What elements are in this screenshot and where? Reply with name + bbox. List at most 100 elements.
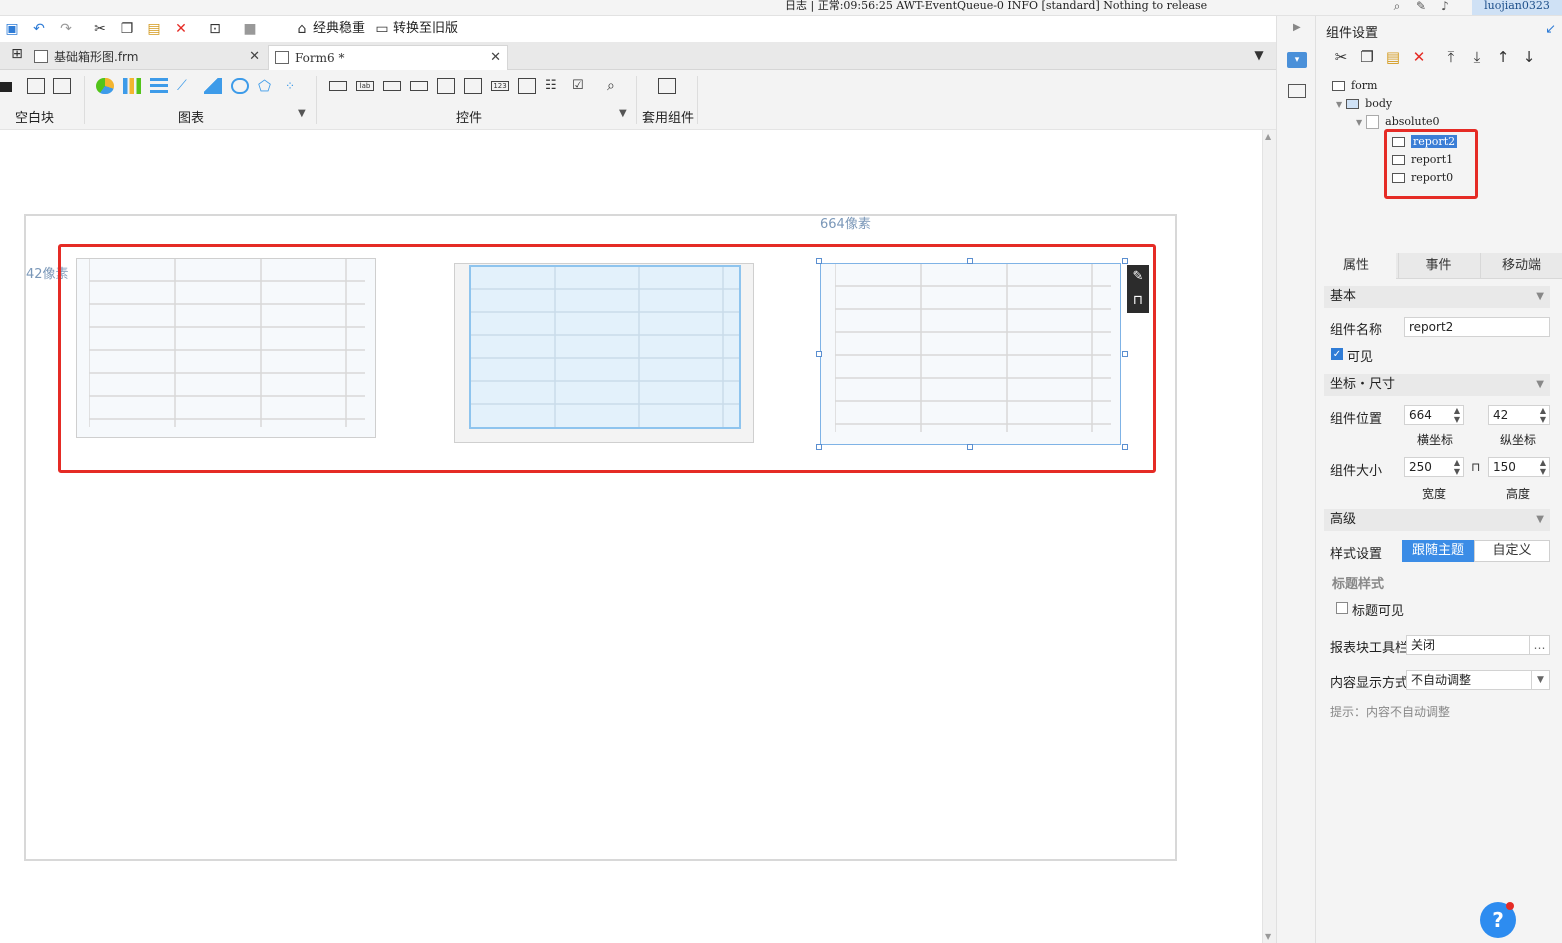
expand-icon[interactable]: ▼ <box>1356 118 1362 127</box>
button-widget-icon[interactable] <box>383 81 401 91</box>
width-input[interactable]: 250 ▲ ▼ <box>1404 457 1464 477</box>
collapse-arrow-icon[interactable]: ▶ <box>1293 22 1301 33</box>
edit-report-icon[interactable]: ✎ <box>1127 265 1149 289</box>
unlock-icon[interactable]: ⊓ <box>1127 289 1149 313</box>
report2-block[interactable] <box>820 263 1121 445</box>
resize-handle[interactable] <box>816 258 822 264</box>
table-block-icon[interactable] <box>53 78 71 94</box>
resize-handle[interactable] <box>967 444 973 450</box>
line-chart-icon[interactable]: ⟋ <box>177 78 195 94</box>
resize-handle[interactable] <box>967 258 973 264</box>
scroll-up-icon[interactable]: ▲ <box>1265 132 1271 141</box>
vertical-scrollbar[interactable]: ▲ ▼ <box>1262 130 1276 943</box>
block-icon[interactable] <box>0 82 12 92</box>
stepper-icon[interactable]: ▲ ▼ <box>1537 458 1549 476</box>
title-visible-checkbox[interactable] <box>1336 602 1348 614</box>
component-settings-icon[interactable]: ▾ <box>1287 52 1307 68</box>
paste-icon[interactable]: ▤ <box>145 20 163 38</box>
radio-group-icon[interactable]: ☷ <box>545 78 563 94</box>
textarea-widget-icon[interactable] <box>518 78 536 94</box>
tree-node-absolute[interactable]: ▼ absolute0 <box>1356 115 1440 129</box>
scatter-icon[interactable]: ⁘ <box>285 78 303 94</box>
list-widget-icon[interactable] <box>437 78 455 94</box>
resize-handle[interactable] <box>1122 351 1128 357</box>
tree-node-body[interactable]: ▼ body <box>1336 97 1392 110</box>
edit-icon[interactable]: ✎ <box>1414 0 1428 14</box>
section-geometry[interactable]: 坐标・尺寸 ▼ <box>1324 374 1550 396</box>
log-label[interactable]: 日志 <box>785 0 807 12</box>
gauge-icon[interactable] <box>231 78 249 94</box>
horizontal-bar-icon[interactable] <box>150 78 168 94</box>
split-block-icon[interactable] <box>27 78 45 94</box>
section-basic[interactable]: 基本 ▼ <box>1324 286 1550 308</box>
pie-chart-icon[interactable] <box>96 78 114 94</box>
widget-library-icon[interactable] <box>1288 84 1306 98</box>
stepper-icon[interactable]: ▲ ▼ <box>1537 406 1549 424</box>
theme-button[interactable]: 经典稳重 <box>313 21 365 37</box>
scroll-down-icon[interactable]: ▼ <box>1265 932 1271 941</box>
tab-basic-box-chart[interactable]: 基础箱形图.frm ✕ <box>28 45 266 70</box>
checkbox-group-icon[interactable]: ☑ <box>572 78 590 94</box>
chevron-down-icon[interactable]: ▼ <box>1531 671 1549 689</box>
x-position-input[interactable]: 664 ▲ ▼ <box>1404 405 1464 425</box>
chevron-down-icon[interactable]: ▼ <box>619 108 627 119</box>
tab-events[interactable]: 事件 <box>1398 253 1478 279</box>
expand-icon[interactable]: ▼ <box>1336 100 1342 109</box>
template-group-label[interactable]: 套用组件 <box>642 107 694 126</box>
lock-ratio-icon[interactable]: ⊓ <box>1471 460 1480 474</box>
date-widget-icon[interactable] <box>464 78 482 94</box>
format-icon[interactable]: ⊡ <box>206 20 224 38</box>
dropdown-widget-icon[interactable] <box>410 81 428 91</box>
cut-icon[interactable]: ✂ <box>91 20 109 38</box>
resize-handle[interactable] <box>816 444 822 450</box>
copy-icon[interactable]: ❐ <box>118 20 136 38</box>
convert-icon[interactable]: ▭ <box>373 20 391 38</box>
resize-handle[interactable] <box>816 351 822 357</box>
tab-menu-icon[interactable]: ▼ <box>1250 46 1268 64</box>
number-widget-icon[interactable]: 123 <box>491 81 509 91</box>
delete-icon[interactable]: ✕ <box>1410 48 1428 66</box>
stepper-icon[interactable]: ▲ ▼ <box>1451 406 1463 424</box>
radar-icon[interactable]: ⬠ <box>258 78 276 94</box>
query-widget-icon[interactable]: ⌕ <box>607 78 625 94</box>
area-chart-icon[interactable] <box>204 78 222 94</box>
tab-properties[interactable]: 属性 <box>1316 253 1396 279</box>
close-icon[interactable]: ✕ <box>249 45 260 69</box>
search-icon[interactable]: ⌕ <box>1390 0 1404 14</box>
tab-mobile[interactable]: 移动端 <box>1480 253 1562 279</box>
move-up-icon[interactable]: ↑ <box>1494 48 1512 66</box>
bell-icon[interactable]: ♪ <box>1438 0 1452 14</box>
theme-icon[interactable]: ⌂ <box>293 20 311 38</box>
move-bottom-icon[interactable]: ⤓ <box>1468 48 1486 66</box>
resize-handle[interactable] <box>1122 444 1128 450</box>
toolbar-setting-field[interactable]: 关闭… <box>1406 635 1550 655</box>
close-icon[interactable]: ✕ <box>490 46 501 70</box>
save-icon[interactable]: ▣ <box>3 20 21 38</box>
more-icon[interactable]: … <box>1529 636 1549 654</box>
component-name-input[interactable]: report2 <box>1404 317 1550 337</box>
label-icon[interactable]: lab <box>356 81 374 91</box>
pin-icon[interactable]: ↙ <box>1545 22 1556 37</box>
content-display-select[interactable]: 不自动调整 ▼ <box>1406 670 1550 690</box>
report0-block[interactable] <box>76 258 376 438</box>
delete-icon[interactable]: ✕ <box>172 20 190 38</box>
redo-icon[interactable]: ↷ <box>57 20 75 38</box>
chevron-down-icon[interactable]: ▼ <box>298 108 306 119</box>
tree-node-form[interactable]: form <box>1332 79 1377 92</box>
paste-icon[interactable]: ▤ <box>1384 48 1402 66</box>
convert-button[interactable]: 转换至旧版 <box>393 21 458 37</box>
section-advanced[interactable]: 高级 ▼ <box>1324 509 1550 531</box>
bar-chart-icon[interactable] <box>123 78 141 94</box>
grid-menu-icon[interactable]: ⊞ <box>8 45 26 63</box>
user-name[interactable]: luojian0323 <box>1472 0 1562 15</box>
style-custom-button[interactable]: 自定义 <box>1474 540 1550 562</box>
height-input[interactable]: 150 ▲ ▼ <box>1488 457 1550 477</box>
report1-block[interactable] <box>454 263 754 443</box>
move-top-icon[interactable]: ⤒ <box>1442 48 1460 66</box>
y-position-input[interactable]: 42 ▲ ▼ <box>1488 405 1550 425</box>
copy-icon[interactable]: ❐ <box>1358 48 1376 66</box>
undo-icon[interactable]: ↶ <box>30 20 48 38</box>
textbox-icon[interactable] <box>329 81 347 91</box>
tab-form6[interactable]: Form6 * ✕ <box>268 45 508 70</box>
resize-handle[interactable] <box>1122 258 1128 264</box>
